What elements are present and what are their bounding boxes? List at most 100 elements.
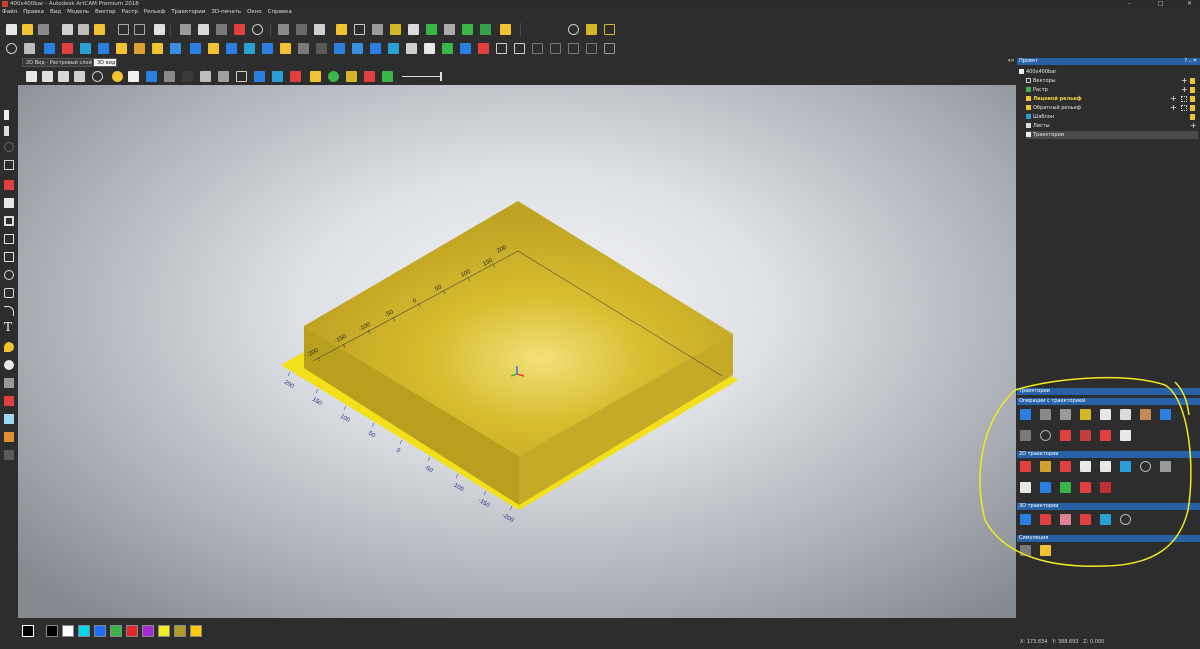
scissors-icon[interactable]	[372, 24, 383, 35]
merge-icon[interactable]	[296, 24, 307, 35]
grid-icon[interactable]	[216, 24, 227, 35]
swatch-white[interactable]	[62, 625, 74, 637]
settings-icon[interactable]	[24, 43, 35, 54]
swatch-gold[interactable]	[190, 625, 202, 637]
menu-vector[interactable]: Вектор	[95, 8, 116, 17]
swatch-black[interactable]	[22, 625, 34, 637]
relief-add-icon[interactable]	[208, 43, 219, 54]
zoom-icon[interactable]	[6, 43, 17, 54]
close-button[interactable]: ✕	[1187, 0, 1192, 8]
palette-icon[interactable]	[382, 71, 393, 82]
relief-bake-icon[interactable]	[134, 43, 145, 54]
view-front-icon[interactable]	[42, 71, 53, 82]
3d-viewport[interactable]: -200 -150 -100 -50 0 50 100 150 200 200 …	[18, 85, 1016, 618]
wave-icon[interactable]	[604, 24, 615, 35]
star-icon[interactable]	[408, 24, 419, 35]
relief-yellow-icon[interactable]	[500, 24, 511, 35]
relief-flat-icon[interactable]	[190, 43, 201, 54]
red-plane-icon[interactable]	[290, 71, 301, 82]
menu-3d-print[interactable]: 3D-печать	[211, 8, 241, 17]
relief-stamp-icon[interactable]	[424, 43, 435, 54]
swatch-black[interactable]	[46, 625, 58, 637]
eraser-icon[interactable]	[4, 198, 14, 208]
wireframe-icon[interactable]	[218, 71, 229, 82]
relief-plane-icon[interactable]	[604, 43, 615, 54]
align-icon[interactable]	[180, 24, 191, 35]
tree-item-template[interactable]: Шаблон	[1026, 113, 1054, 121]
zoom-slider-handle[interactable]	[440, 72, 442, 81]
bulb-icon[interactable]	[1190, 114, 1195, 120]
swatch-green[interactable]	[110, 625, 122, 637]
view-iso-icon[interactable]	[26, 71, 37, 82]
relief-image-icon[interactable]	[170, 43, 181, 54]
relief-combine-icon[interactable]	[98, 43, 109, 54]
curve-icon[interactable]	[390, 24, 401, 35]
menu-model[interactable]: Модель	[67, 8, 89, 17]
menu-toolpaths[interactable]: Траектории	[171, 8, 205, 17]
axes-icon[interactable]	[146, 71, 157, 82]
redo-icon[interactable]	[134, 24, 145, 35]
plane-icon[interactable]	[128, 71, 139, 82]
polygon-icon[interactable]	[4, 288, 14, 298]
layer-folder-icon[interactable]	[336, 24, 347, 35]
transform-handle-icon[interactable]	[4, 142, 14, 152]
relief-sculpt-icon[interactable]	[478, 43, 489, 54]
shape-icon[interactable]	[4, 216, 14, 226]
zoom-slider-track[interactable]	[402, 76, 442, 77]
maximize-button[interactable]: □	[1158, 0, 1164, 8]
relief-stack-icon[interactable]	[406, 43, 417, 54]
hide-icon[interactable]	[182, 71, 193, 82]
select-arrow-icon[interactable]	[4, 110, 19, 120]
add-icon[interactable]: +	[1170, 95, 1177, 103]
node-edit-icon[interactable]	[4, 126, 19, 136]
menu-edit[interactable]: Правка	[23, 8, 44, 17]
tree-item-sheets[interactable]: Листы	[1026, 122, 1050, 130]
nodes-icon[interactable]	[568, 24, 579, 35]
relief-zero-icon[interactable]	[280, 43, 291, 54]
relief-texture-icon[interactable]	[352, 43, 363, 54]
minimize-button[interactable]: –	[1128, 0, 1131, 8]
relief-plus-icon[interactable]	[442, 43, 453, 54]
relief-pin-icon[interactable]	[316, 43, 327, 54]
menu-file[interactable]: Файл	[2, 8, 17, 17]
relief-shape-icon[interactable]	[80, 43, 91, 54]
lasso-icon[interactable]	[4, 234, 14, 244]
blue-plane-icon[interactable]	[254, 71, 265, 82]
menu-view[interactable]: Вид	[50, 8, 61, 17]
save-icon[interactable]	[38, 24, 49, 35]
color-icon[interactable]	[364, 71, 375, 82]
menu-relief[interactable]: Рельеф	[144, 8, 166, 17]
relief-offset-icon[interactable]	[244, 43, 255, 54]
tool-icon[interactable]	[346, 71, 357, 82]
transform-icon[interactable]	[314, 24, 325, 35]
relief-erase-icon[interactable]	[298, 43, 309, 54]
swatch-cyan[interactable]	[78, 625, 90, 637]
paint-icon[interactable]	[4, 396, 14, 406]
relief-smooth-icon[interactable]	[152, 43, 163, 54]
swatch-olive[interactable]	[174, 625, 186, 637]
project-root[interactable]: 400x400bar	[1019, 68, 1056, 76]
pencil-icon[interactable]	[4, 180, 14, 190]
open-folder-icon[interactable]	[22, 24, 33, 35]
brush-icon[interactable]	[4, 360, 14, 370]
model-canvas[interactable]: -200 -150 -100 -50 0 50 100 150 200 200 …	[18, 85, 1016, 618]
view-top-icon[interactable]	[74, 71, 85, 82]
tree-item-toolpaths[interactable]: Траектории	[1026, 131, 1198, 139]
relief-slice-icon[interactable]	[388, 43, 399, 54]
add-icon[interactable]: +	[1190, 122, 1197, 130]
vector-snap-icon[interactable]	[278, 24, 289, 35]
notes-icon[interactable]	[154, 24, 165, 35]
circle-icon[interactable]	[4, 270, 14, 280]
machine-icon[interactable]	[164, 71, 175, 82]
material-icon[interactable]	[200, 71, 211, 82]
tree-item-vectors[interactable]: Векторы	[1026, 77, 1056, 85]
relief-layer-icon[interactable]	[480, 24, 491, 35]
relief-twist-icon[interactable]	[496, 43, 507, 54]
smudge-icon[interactable]	[4, 378, 14, 388]
paste-icon[interactable]	[94, 24, 105, 35]
add-icon[interactable]: +	[1170, 104, 1177, 112]
bucket-icon[interactable]	[4, 432, 14, 442]
relief-shell-icon[interactable]	[586, 43, 597, 54]
bulb-icon[interactable]	[1190, 87, 1195, 93]
layers-icon[interactable]	[1181, 96, 1187, 102]
